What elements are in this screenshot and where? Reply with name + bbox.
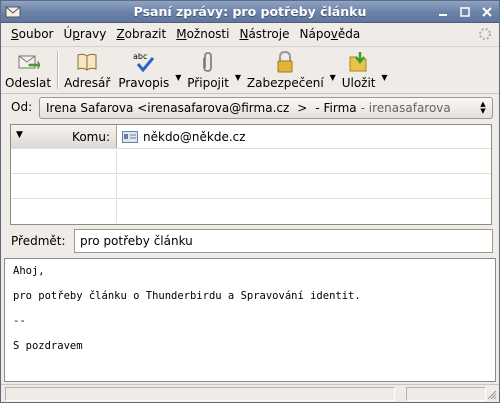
recipient-row[interactable]: ▼ Komu: někdo@někde.cz <box>11 125 491 149</box>
menubar: Soubor Úpravy Zobrazit Možnosti Nástroje… <box>1 23 499 45</box>
compose-app-icon[interactable] <box>5 4 21 20</box>
recipient-address-field[interactable] <box>118 200 122 223</box>
maximize-icon[interactable] <box>457 4 473 20</box>
subject-row: Předmět: pro potřeby článku <box>1 229 499 255</box>
address-book-label: Adresář <box>64 76 111 90</box>
save-icon <box>349 52 367 72</box>
send-icon <box>18 55 41 70</box>
spellcheck-icon: abc <box>133 52 154 73</box>
from-account: - Firma <box>315 101 357 115</box>
from-identity-separator: > <box>297 101 308 115</box>
menu-zobrazit[interactable]: Zobrazit <box>111 27 171 41</box>
spelling-dropdown-icon[interactable]: ▼ <box>173 47 183 93</box>
from-identity-select[interactable]: Irena Safarova <irenasafarova@firma.cz >… <box>39 97 493 119</box>
body-line: -- <box>13 315 26 327</box>
menu-upravy[interactable]: Úpravy <box>58 27 111 41</box>
recipient-type-marker-icon: ▼ <box>16 130 23 140</box>
menu-soubor[interactable]: Soubor <box>6 27 58 41</box>
spelling-label: Pravopis <box>118 76 170 90</box>
from-identity: Irena Safarova <irenasafarova@firma.cz <box>46 101 290 115</box>
attach-dropdown-icon[interactable]: ▼ <box>233 47 243 93</box>
paperclip-icon <box>203 52 212 72</box>
svg-text:abc: abc <box>133 52 147 61</box>
lock-icon <box>277 50 293 73</box>
recipient-type-select[interactable]: ▼ Komu: <box>11 125 117 148</box>
recipient-row[interactable] <box>11 150 491 174</box>
status-bar <box>1 384 499 402</box>
minimize-icon[interactable] <box>435 4 451 20</box>
security-button[interactable]: Zabezpečení <box>243 47 328 93</box>
subject-input[interactable]: pro potřeby článku <box>74 229 493 253</box>
spelling-button[interactable]: abc Pravopis <box>114 47 173 93</box>
security-label: Zabezpečení <box>246 76 324 90</box>
window-title: Psaní zprávy: pro potřeby článku <box>133 4 367 19</box>
recipient-row[interactable] <box>11 200 491 224</box>
close-icon[interactable] <box>479 4 495 20</box>
send-label: Odeslat <box>5 76 52 90</box>
address-book-button[interactable]: Adresář <box>60 47 114 93</box>
subject-label: Předmět: <box>11 234 66 248</box>
status-text-panel <box>5 387 395 401</box>
recipient-type-cell[interactable] <box>11 150 117 173</box>
compose-window: Psaní zprávy: pro potřeby článku Soubor … <box>0 0 500 403</box>
title-bar[interactable]: Psaní zprávy: pro potřeby článku <box>1 1 499 23</box>
select-arrows-icon: ▲ ▼ <box>480 100 486 115</box>
menu-nastroje[interactable]: Nástroje <box>234 27 294 41</box>
compose-toolbar: Odeslat Adresář abc Pravopis ▼ Připojit … <box>1 46 499 94</box>
status-progress-panel <box>406 387 486 401</box>
save-label: Uložit <box>341 76 376 90</box>
recipient-address-field[interactable] <box>118 175 122 198</box>
menu-moznosti[interactable]: Možnosti <box>171 27 234 41</box>
recipients-list: ▼ Komu: někdo@někde.cz <box>10 124 492 225</box>
recipient-address-field[interactable] <box>118 150 122 173</box>
save-dropdown-icon[interactable]: ▼ <box>380 47 390 93</box>
body-line: S pozdravem <box>13 340 83 352</box>
send-button[interactable]: Odeslat <box>1 47 55 93</box>
attach-button[interactable]: Připojit <box>183 47 233 93</box>
recipient-row[interactable] <box>11 175 491 199</box>
from-account-user: - irenasafarova <box>360 101 451 115</box>
throbber-icon <box>479 28 491 40</box>
recipient-address: někdo@někde.cz <box>143 129 246 144</box>
menu-napoveda[interactable]: Nápověda <box>295 27 366 41</box>
message-body-editor[interactable]: Ahoj, pro potřeby článku o Thunderbirdu … <box>4 258 496 382</box>
resize-grip-icon[interactable] <box>487 390 497 400</box>
recipient-type-cell[interactable] <box>11 200 117 223</box>
recipient-type-cell[interactable] <box>11 175 117 198</box>
from-row: Od: Irena Safarova <irenasafarova@firma.… <box>1 95 499 121</box>
recipient-type: Komu: <box>72 129 110 144</box>
from-label: Od: <box>11 100 33 114</box>
save-button[interactable]: Uložit <box>338 47 380 93</box>
security-dropdown-icon[interactable]: ▼ <box>328 47 338 93</box>
address-book-icon <box>77 53 97 71</box>
body-line: pro potřeby článku o Thunderbirdu a Spra… <box>13 290 361 302</box>
address-card-icon <box>122 130 138 143</box>
body-line: Ahoj, <box>13 265 45 277</box>
recipient-address-field[interactable]: někdo@někde.cz <box>118 125 246 148</box>
attach-label: Připojit <box>187 76 229 90</box>
toolbar-separator <box>57 51 59 89</box>
